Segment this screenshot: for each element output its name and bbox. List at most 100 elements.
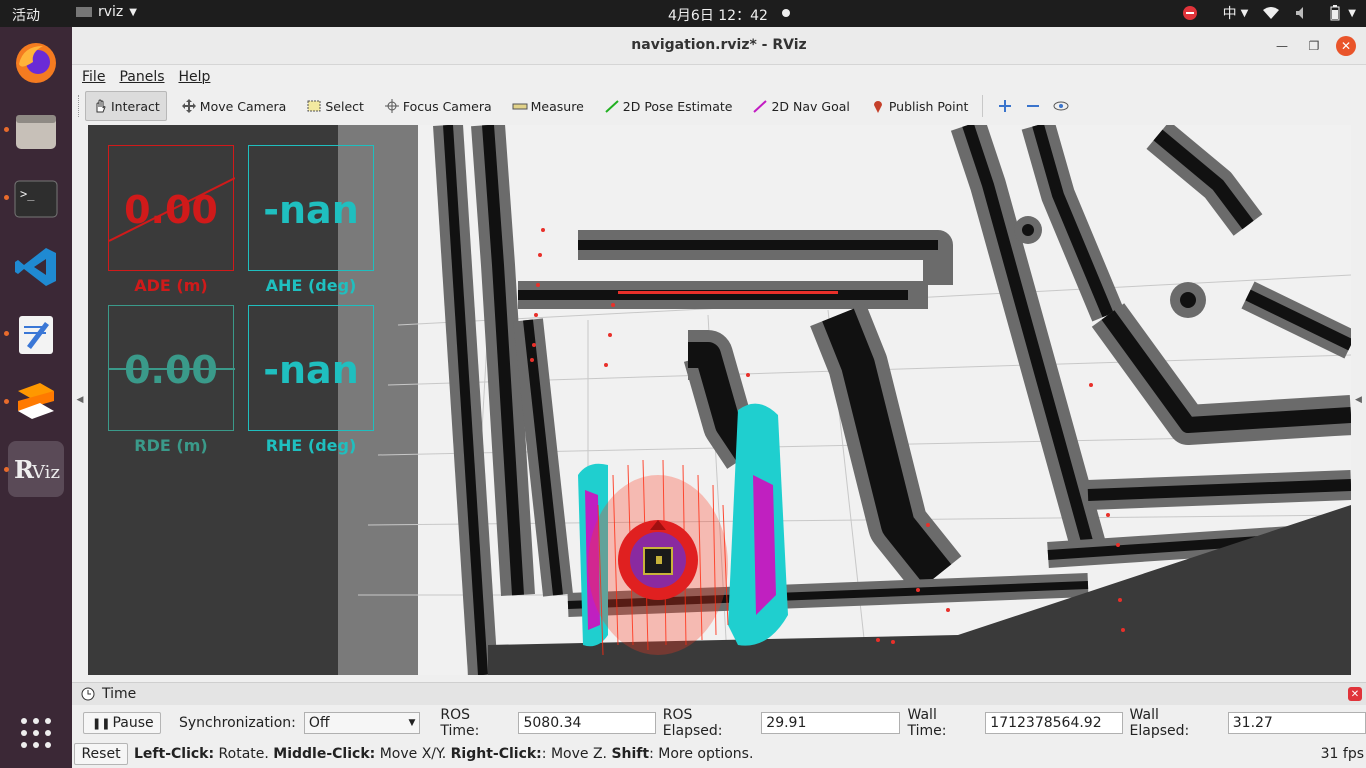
hint-left-click: Left-Click:	[134, 746, 215, 762]
select-box-icon	[307, 100, 321, 112]
minus-icon	[1027, 105, 1040, 107]
rde-metric: 0.00 RDE (m)	[108, 305, 235, 455]
remove-tool-button[interactable]	[1021, 92, 1045, 120]
publish-point-tool-button[interactable]: Publish Point	[864, 92, 975, 120]
close-icon[interactable]: ✕	[1336, 36, 1356, 56]
eye-icon	[1053, 101, 1069, 111]
select-label: Select	[325, 98, 364, 114]
volume-icon[interactable]	[1294, 4, 1312, 22]
ros-time-field[interactable]: 5080.34	[518, 712, 656, 734]
time-panel-title: Time	[102, 686, 137, 702]
move-camera-tool-button[interactable]: Move Camera	[175, 92, 293, 120]
ahe-label: AHE (deg)	[265, 276, 357, 295]
hint-shift: Shift	[611, 746, 650, 762]
pause-label: Pause	[112, 715, 154, 731]
sync-select[interactable]: Off ▼	[303, 712, 421, 734]
chevron-down-icon: ▼	[129, 6, 137, 18]
rviz-icon[interactable]: R Viz	[8, 441, 64, 497]
menu-bar: File Panels Help	[72, 65, 1366, 88]
wall-time-field[interactable]: 1712378564.92	[985, 712, 1123, 734]
pause-button[interactable]: ❚❚ Pause	[83, 712, 161, 734]
vscode-icon[interactable]	[8, 239, 64, 295]
chevron-right-icon: ◀	[1355, 395, 1362, 405]
clock-icon	[81, 687, 95, 701]
fps-indicator: 31 fps	[1320, 746, 1364, 762]
window-title: navigation.rviz* - RViz	[631, 37, 807, 53]
chevron-down-icon: ▼	[1348, 7, 1356, 19]
time-panel-row: ❚❚ Pause Synchronization: Off ▼ ROS Time…	[72, 707, 1366, 739]
ros-elapsed-label: ROS Elapsed:	[662, 707, 723, 739]
select-tool-button[interactable]: Select	[300, 92, 370, 120]
system-tray[interactable]: 中 ▼ ▼	[1181, 3, 1356, 23]
menu-panels[interactable]: Panels	[119, 69, 164, 85]
chevron-left-icon: ◀	[76, 395, 84, 405]
move-camera-label: Move Camera	[199, 98, 287, 114]
ruler-icon	[512, 103, 528, 110]
running-indicator	[4, 127, 9, 132]
ros-elapsed-field[interactable]: 29.91	[761, 712, 900, 734]
app-menu-label: rviz	[98, 4, 124, 20]
ade-metric: 0.00 ADE (m)	[108, 145, 235, 295]
wall-elapsed-field[interactable]: 31.27	[1227, 712, 1366, 734]
magenta-arrow-icon	[753, 100, 768, 113]
svg-text:Viz: Viz	[31, 462, 60, 483]
interact-label: Interact	[111, 98, 160, 114]
running-indicator	[4, 331, 9, 336]
activities-button[interactable]: 活动	[12, 5, 40, 25]
render-view[interactable]: 0.00 ADE (m) -nan AHE (deg) 0.00 RDE (m)…	[88, 125, 1351, 675]
hint-right-click: Right-Click:	[450, 746, 542, 762]
show-apps-icon[interactable]	[8, 705, 64, 761]
focus-camera-tool-button[interactable]: Focus Camera	[378, 92, 498, 120]
time-panel-header[interactable]: Time ✕	[72, 683, 1366, 705]
nav-goal-tool-button[interactable]: 2D Nav Goal	[746, 92, 855, 120]
close-panel-icon[interactable]: ✕	[1348, 687, 1362, 701]
ade-gauge-line	[109, 177, 235, 242]
battery-icon[interactable]	[1326, 4, 1344, 22]
left-panel-collapse[interactable]: ◀	[72, 125, 88, 675]
view-options-button[interactable]	[1049, 92, 1073, 120]
move-arrows-icon	[181, 99, 196, 113]
interact-tool-button[interactable]: Interact	[85, 91, 167, 121]
running-indicator	[4, 399, 9, 404]
wifi-icon[interactable]	[1262, 4, 1280, 22]
running-indicator	[4, 467, 9, 472]
reset-button[interactable]: Reset	[74, 743, 128, 765]
right-panel-collapse[interactable]: ◀	[1351, 125, 1366, 675]
toolbar-handle[interactable]	[78, 95, 85, 117]
hint-left-click-text: Rotate.	[214, 746, 274, 762]
stop-icon[interactable]	[1181, 4, 1199, 22]
title-bar[interactable]: navigation.rviz* - RViz — ❐ ✕	[72, 27, 1366, 65]
maximize-icon[interactable]: ❐	[1304, 36, 1324, 56]
clock[interactable]: 4月6日 12：42	[668, 5, 768, 25]
menu-file[interactable]: File	[82, 69, 105, 85]
firefox-icon[interactable]	[8, 35, 64, 91]
app-menu[interactable]: rviz ▼	[76, 4, 137, 20]
rde-gauge-line	[109, 368, 235, 370]
chevron-down-icon: ▼	[408, 718, 416, 728]
minimize-icon[interactable]: —	[1272, 36, 1292, 56]
running-indicator	[4, 195, 9, 200]
notification-dot-icon	[782, 9, 790, 17]
terminal-icon[interactable]: >_	[8, 171, 64, 227]
rviz-app-icon	[76, 7, 92, 17]
rhe-value: -nan	[263, 348, 359, 392]
status-hint: Left-Click: Rotate. Middle-Click: Move X…	[134, 746, 753, 762]
rviz-window: navigation.rviz* - RViz — ❐ ✕ File Panel…	[72, 27, 1366, 768]
hint-right-click-text: : Move Z.	[541, 746, 612, 762]
map-pin-icon	[873, 101, 882, 113]
hint-middle-click: Middle-Click:	[273, 746, 376, 762]
pose-estimate-tool-button[interactable]: 2D Pose Estimate	[598, 92, 739, 120]
add-tool-button[interactable]	[993, 92, 1017, 120]
text-editor-icon[interactable]	[8, 307, 64, 363]
menu-help[interactable]: Help	[179, 69, 211, 85]
input-method-indicator[interactable]: 中	[1223, 3, 1237, 23]
top-bar: 活动 rviz ▼ 4月6日 12：42 中 ▼ ▼	[0, 0, 1366, 27]
files-icon[interactable]	[8, 103, 64, 159]
sublime-icon[interactable]	[8, 373, 64, 429]
hint-middle-click-text: Move X/Y.	[375, 746, 451, 762]
wall-time-label: Wall Time:	[907, 707, 947, 739]
publish-point-label: Publish Point	[888, 98, 969, 114]
focus-camera-label: Focus Camera	[402, 98, 492, 114]
measure-tool-button[interactable]: Measure	[506, 92, 590, 120]
hand-icon	[96, 99, 106, 113]
